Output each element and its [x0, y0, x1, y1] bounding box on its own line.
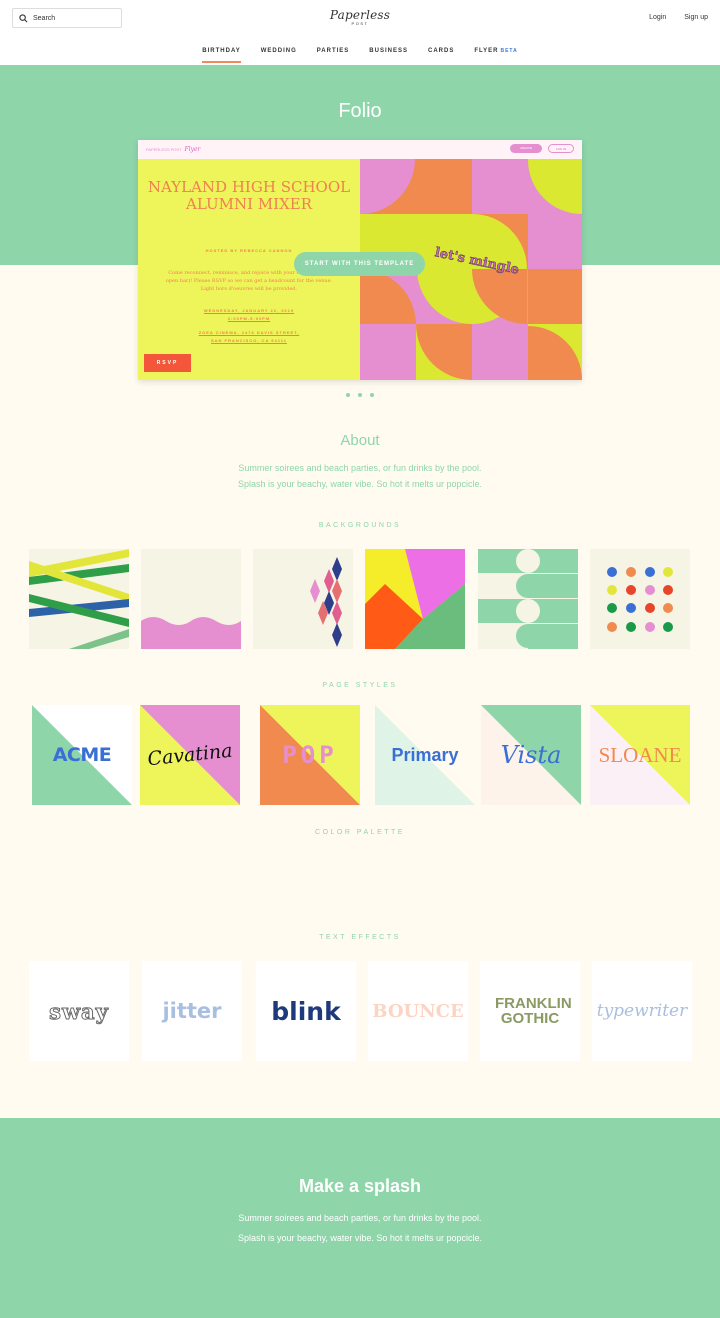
nav-birthday[interactable]: BIRTHDAY — [202, 48, 242, 63]
sloane-label: SLOANE — [598, 742, 682, 767]
preview-when: WEDNESDAY, JANUARY 22, 2019 2:00PM-5:00PM — [138, 307, 360, 323]
text-effect-blink[interactable]: blink — [256, 961, 356, 1061]
nav-label: BUSINESS — [369, 48, 408, 54]
page-style-pop[interactable]: POP — [260, 705, 360, 805]
text-effects-label: TEXT EFFECTS — [319, 934, 401, 941]
preview-brand-text: PAPERLESS POST — [146, 147, 182, 152]
text-effect-typewriter[interactable]: typewriter — [592, 961, 692, 1061]
nav-wedding[interactable]: WEDDING — [261, 48, 297, 63]
logo[interactable]: Paperless POST — [0, 8, 720, 26]
background-option-halfcircles[interactable] — [478, 549, 578, 649]
nav-business[interactable]: BUSINESS — [369, 48, 408, 63]
color-palette-label: COLOR PALETTE — [315, 829, 405, 836]
preview-brand-product: Flyer — [184, 146, 201, 153]
about-title: About — [340, 432, 380, 449]
preview-topbar: PAPERLESS POST Flyer CREATE LOG IN — [138, 140, 582, 159]
nav-label: FLYER — [474, 48, 499, 54]
background-option-blocks[interactable] — [365, 549, 465, 649]
page-style-vista[interactable]: Vista — [481, 705, 581, 805]
about-line-1: Summer soirees and beach parties, or fun… — [238, 463, 482, 473]
beta-badge: BETA — [500, 48, 518, 54]
nav-label: PARTIES — [316, 48, 350, 54]
preview-login-button: LOG IN — [548, 144, 574, 153]
footer-title: Make a splash — [298, 1176, 422, 1196]
preview-where: ZOEA CINEMA, 2476 DAVIS STREET, SAN FRANC… — [138, 329, 360, 345]
backgrounds-label: BACKGROUNDS — [318, 522, 402, 529]
typewriter-sample: typewriter — [596, 1001, 688, 1021]
sway-sample: sway — [49, 998, 109, 1024]
category-nav: BIRTHDAY WEDDING PARTIES BUSINESS CARDS … — [0, 48, 720, 63]
background-option-stripes[interactable] — [29, 549, 129, 649]
background-option-diamonds[interactable] — [253, 549, 353, 649]
logo-wordmark: Paperless — [329, 8, 391, 22]
acme-label: ACME — [52, 744, 112, 766]
carousel-dot[interactable] — [346, 393, 350, 397]
page-style-cavatina[interactable]: Cavatina — [140, 705, 240, 805]
text-effect-franklin[interactable]: FRANKLIN GOTHIC — [480, 961, 580, 1061]
blocks-art — [365, 549, 465, 649]
footer-banner: Make a splash Summer soirees and beach p… — [0, 1118, 720, 1318]
site-header: Search Paperless POST Login Sign up BIRT… — [0, 0, 720, 65]
nav-label: BIRTHDAY — [202, 48, 241, 54]
wave-art — [141, 549, 241, 649]
blink-sample: blink — [271, 996, 341, 1026]
preview-when-date: WEDNESDAY, JANUARY 22, 2019 — [203, 308, 295, 313]
text-effect-sway[interactable]: sway — [29, 961, 129, 1061]
carousel-dot[interactable] — [370, 393, 374, 397]
text-effect-bounce[interactable]: BOUNCE — [368, 961, 468, 1061]
nav-cards[interactable]: CARDS — [428, 48, 454, 63]
logo-sub: POST — [351, 21, 369, 26]
start-template-button[interactable]: START WITH THIS TEMPLATE — [294, 252, 425, 276]
page-title: Folio — [338, 100, 382, 122]
preview-where-1: ZOEA CINEMA, 2476 DAVIS STREET, — [198, 330, 300, 335]
diamonds-art — [253, 549, 353, 649]
stripes-art — [29, 549, 129, 649]
primary-label: Primary — [391, 744, 459, 765]
page-style-acme[interactable]: ACME — [32, 705, 132, 805]
signup-link[interactable]: Sign up — [684, 14, 708, 21]
preview-rsvp-button: RSVP — [144, 354, 191, 372]
jitter-sample: jitter — [162, 999, 222, 1023]
cavatina-label: Cavatina — [146, 739, 234, 771]
preview-title: NAYLAND HIGH SCHOOL ALUMNI MIXER — [147, 178, 351, 213]
nav-label: CARDS — [427, 48, 455, 54]
carousel-dots — [0, 393, 720, 397]
carousel-dot[interactable] — [358, 393, 362, 397]
franklin-sample: FRANKLIN GOTHIC — [495, 995, 572, 1027]
bounce-sample: BOUNCE — [372, 1000, 464, 1022]
footer-line-2: Splash is your beachy, water vibe. So ho… — [238, 1233, 482, 1243]
nav-parties[interactable]: PARTIES — [317, 48, 350, 63]
background-option-dots[interactable] — [590, 549, 690, 649]
preview-brand: PAPERLESS POST Flyer — [146, 146, 200, 153]
login-link[interactable]: Login — [649, 14, 666, 21]
nav-label: WEDDING — [260, 48, 297, 54]
page-style-primary[interactable]: Primary — [375, 705, 475, 805]
about-line-2: Splash is your beachy, water vibe. So ho… — [238, 479, 482, 489]
text-effect-jitter[interactable]: jitter — [142, 961, 242, 1061]
pop-label: POP — [282, 741, 338, 769]
dots-art — [590, 549, 690, 649]
footer-text: Summer soirees and beach parties, or fun… — [0, 1208, 720, 1248]
page-style-sloane[interactable]: SLOANE — [590, 705, 690, 805]
preview-where-2: SAN FRANCISCO, CA 94111 — [211, 338, 287, 343]
nav-flyer[interactable]: FLYER BETA — [474, 48, 517, 63]
preview-when-time: 2:00PM-5:00PM — [227, 316, 271, 321]
footer-line-1: Summer soirees and beach parties, or fun… — [238, 1213, 482, 1223]
preview-create-button: CREATE — [510, 144, 542, 153]
background-option-wave[interactable] — [141, 549, 241, 649]
halfcircles-art — [478, 549, 578, 649]
page-styles-label: PAGE STYLES — [322, 682, 398, 689]
vista-label: Vista — [500, 741, 562, 769]
